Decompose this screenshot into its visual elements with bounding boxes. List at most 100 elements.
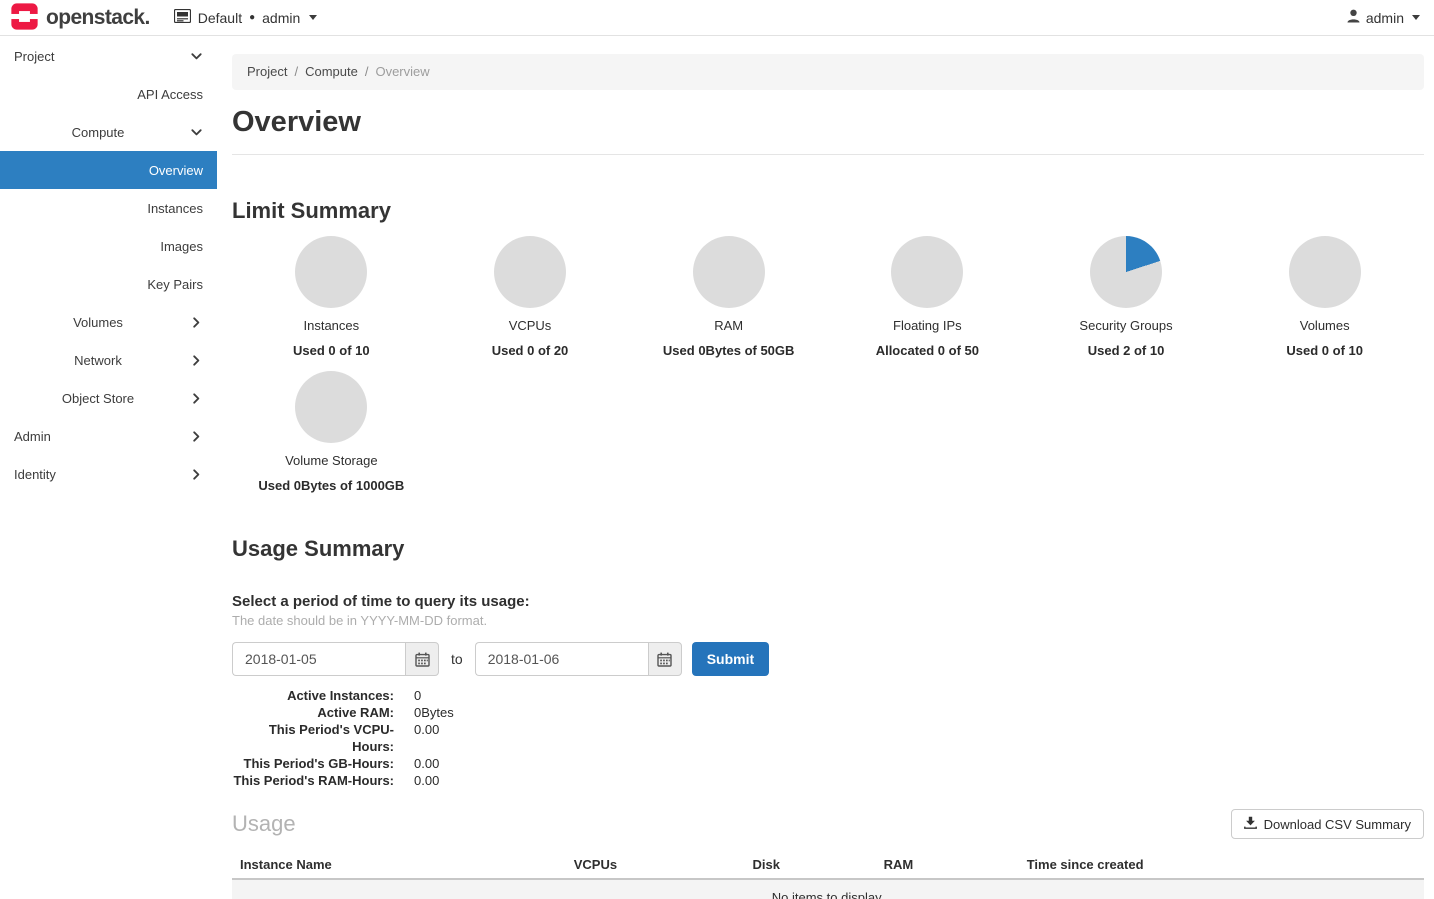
- end-date-group: [475, 642, 682, 676]
- usage-stats: Active Instances: 0 Active RAM: 0Bytes T…: [232, 687, 1424, 789]
- breadcrumb: Project / Compute / Overview: [232, 54, 1424, 90]
- sidebar-item-label: Volumes: [14, 315, 182, 330]
- limit-summary-row-1: Instances Used 0 of 10 VCPUs Used 0 of 2…: [232, 236, 1424, 358]
- pie-chart: [693, 236, 765, 308]
- stat-value: 0.00: [414, 755, 439, 772]
- download-csv-button[interactable]: Download CSV Summary: [1231, 809, 1424, 839]
- sidebar-item-images[interactable]: Images: [0, 227, 217, 265]
- pie-chart-label: Volumes: [1300, 318, 1350, 333]
- start-date-input[interactable]: [232, 642, 405, 676]
- stat-value: 0: [414, 687, 421, 704]
- sidebar-item-object-store[interactable]: Object Store: [0, 379, 217, 417]
- pie-chart-caption: Used 0 of 10: [293, 343, 370, 358]
- sidebar-item-identity[interactable]: Identity: [0, 455, 217, 493]
- chevron-right-icon: [190, 316, 203, 329]
- stat-gb-hours: This Period's GB-Hours: 0.00: [232, 755, 1424, 772]
- pie-chart-label: RAM: [714, 318, 743, 333]
- date-range-form: to Submit: [232, 642, 1424, 676]
- column-instance-name: Instance Name: [232, 851, 566, 879]
- sidebar-item-network[interactable]: Network: [0, 341, 217, 379]
- stat-value: 0.00: [414, 772, 439, 789]
- context-project: admin: [262, 10, 300, 26]
- stat-value: 0Bytes: [414, 704, 454, 721]
- pie-chart-label: Instances: [304, 318, 360, 333]
- chevron-right-icon: [190, 354, 203, 367]
- pie-chart-label: VCPUs: [509, 318, 552, 333]
- sidebar-item-overview[interactable]: Overview: [0, 151, 217, 189]
- calendar-icon[interactable]: [648, 642, 682, 676]
- sidebar-item-instances[interactable]: Instances: [0, 189, 217, 227]
- pie-chart: [891, 236, 963, 308]
- submit-button[interactable]: Submit: [692, 642, 769, 676]
- usage-table: Instance Name VCPUs Disk RAM Time since …: [232, 851, 1424, 899]
- breadcrumb-project[interactable]: Project: [247, 64, 287, 79]
- pie-chart: [295, 236, 367, 308]
- context-separator-dot: ●: [249, 13, 255, 23]
- user-menu[interactable]: admin: [1347, 9, 1420, 26]
- sidebar-item-label: Object Store: [14, 391, 182, 406]
- pie-chart: [1090, 236, 1162, 308]
- main-content: Project / Compute / Overview Overview Limit …: [217, 36, 1434, 899]
- chevron-down-icon: [190, 50, 203, 63]
- pie-chart-label: Floating IPs: [893, 318, 962, 333]
- breadcrumb-overview: Overview: [375, 64, 429, 79]
- sidebar-item-label: Network: [14, 353, 182, 368]
- stat-label: This Period's GB-Hours:: [232, 755, 394, 772]
- column-disk: Disk: [745, 851, 876, 879]
- chevron-right-icon: [190, 392, 203, 405]
- end-date-input[interactable]: [475, 642, 648, 676]
- date-period-prompt: Select a period of time to query its usa…: [232, 592, 1424, 611]
- calendar-icon[interactable]: [405, 642, 439, 676]
- download-csv-label: Download CSV Summary: [1264, 817, 1411, 832]
- stat-label: Active RAM:: [232, 704, 394, 721]
- pie-chart-caption: Used 0 of 10: [1286, 343, 1363, 358]
- sidebar-nav: Project API Access Compute Overview Inst…: [0, 36, 217, 899]
- pie-chart: [295, 371, 367, 443]
- limit-chart-instances: Instances Used 0 of 10: [232, 236, 431, 358]
- limit-summary-row-2: Volume Storage Used 0Bytes of 1000GB: [232, 371, 1424, 493]
- breadcrumb-compute[interactable]: Compute: [305, 64, 358, 79]
- empty-message: No items to display.: [232, 879, 1424, 899]
- pie-chart-caption: Allocated 0 of 50: [876, 343, 979, 358]
- limit-chart-volume-storage: Volume Storage Used 0Bytes of 1000GB: [232, 371, 431, 493]
- usage-table-header: Usage Download CSV Summary: [232, 809, 1424, 839]
- title-divider: [232, 154, 1424, 155]
- domain-icon: [174, 9, 191, 26]
- project-context-switcher[interactable]: Default ● admin: [174, 9, 318, 26]
- limit-summary-heading: Limit Summary: [232, 198, 1424, 224]
- stat-active-ram: Active RAM: 0Bytes: [232, 704, 1424, 721]
- column-vcpus: VCPUs: [566, 851, 745, 879]
- sidebar-item-api-access[interactable]: API Access: [0, 75, 217, 113]
- pie-chart-caption: Used 0 of 20: [492, 343, 569, 358]
- to-label: to: [451, 651, 463, 667]
- sidebar-item-label: Overview: [149, 163, 203, 178]
- sidebar-item-project[interactable]: Project: [0, 37, 217, 75]
- limit-chart-volumes: Volumes Used 0 of 10: [1225, 236, 1424, 358]
- stat-label: This Period's VCPU-Hours:: [232, 721, 394, 755]
- limit-chart-ram: RAM Used 0Bytes of 50GB: [629, 236, 828, 358]
- sidebar-item-label: Images: [160, 239, 203, 254]
- top-bar: openstack. Default ● admin admin: [0, 0, 1434, 36]
- pie-chart: [494, 236, 566, 308]
- chevron-down-icon: [1412, 15, 1420, 20]
- user-name: admin: [1366, 10, 1404, 26]
- sidebar-item-admin[interactable]: Admin: [0, 417, 217, 455]
- page-title: Overview: [232, 105, 1424, 139]
- sidebar-item-compute[interactable]: Compute: [0, 113, 217, 151]
- limit-chart-floating-ips: Floating IPs Allocated 0 of 50: [828, 236, 1027, 358]
- pie-chart-label: Security Groups: [1079, 318, 1172, 333]
- sidebar-item-label: Project: [14, 49, 182, 64]
- pie-chart-caption: Used 2 of 10: [1088, 343, 1165, 358]
- breadcrumb-separator: /: [294, 64, 298, 79]
- sidebar-item-volumes[interactable]: Volumes: [0, 303, 217, 341]
- openstack-logo[interactable]: openstack.: [10, 2, 150, 34]
- breadcrumb-separator: /: [365, 64, 369, 79]
- pie-chart-caption: Used 0Bytes of 50GB: [663, 343, 795, 358]
- stat-value: 0.00: [414, 721, 439, 755]
- empty-row: No items to display.: [232, 879, 1424, 899]
- start-date-group: [232, 642, 439, 676]
- sidebar-item-key-pairs[interactable]: Key Pairs: [0, 265, 217, 303]
- date-format-hint: The date should be in YYYY-MM-DD format.: [232, 613, 1424, 629]
- sidebar-item-label: Instances: [147, 201, 203, 216]
- pie-chart-caption: Used 0Bytes of 1000GB: [258, 478, 404, 493]
